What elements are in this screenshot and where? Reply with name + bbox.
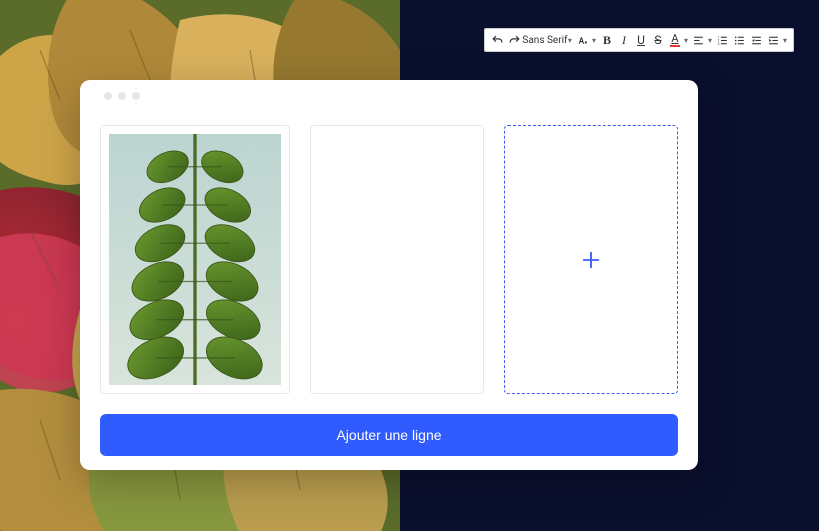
editor-window: Ajouter une ligne <box>80 80 698 470</box>
font-family-label: Sans Serif <box>522 35 567 46</box>
ordered-list-button[interactable]: 123 <box>715 30 731 50</box>
font-size-button[interactable] <box>575 30 591 50</box>
indent-decrease-button[interactable] <box>749 30 765 50</box>
chevron-down-icon: ▾ <box>783 36 789 45</box>
indent-increase-button[interactable] <box>766 30 782 50</box>
window-dot <box>118 92 126 100</box>
unordered-list-button[interactable] <box>732 30 748 50</box>
column-add-placeholder[interactable] <box>504 125 678 394</box>
text-color-button[interactable]: A <box>667 30 683 50</box>
window-dot <box>132 92 140 100</box>
strikethrough-button[interactable]: S <box>650 30 666 50</box>
svg-text:3: 3 <box>718 41 720 45</box>
window-traffic-lights <box>80 80 698 100</box>
chevron-down-icon: ▾ <box>684 36 690 45</box>
window-dot <box>104 92 112 100</box>
columns-row <box>100 125 678 394</box>
undo-button[interactable] <box>489 30 505 50</box>
column-empty[interactable] <box>310 125 484 394</box>
chevron-down-icon: ▾ <box>568 36 574 45</box>
chevron-down-icon: ▾ <box>592 36 598 45</box>
leaf-image <box>109 134 281 385</box>
column-image[interactable] <box>100 125 290 394</box>
chevron-down-icon: ▾ <box>708 36 714 45</box>
plus-icon <box>580 249 602 271</box>
italic-button[interactable]: I <box>616 30 632 50</box>
font-family-selector[interactable]: Sans Serif <box>523 30 567 50</box>
underline-button[interactable]: U <box>633 30 649 50</box>
editor-content: Ajouter une ligne <box>80 100 698 476</box>
redo-button[interactable] <box>506 30 522 50</box>
add-row-button[interactable]: Ajouter une ligne <box>100 414 678 456</box>
bold-button[interactable]: B <box>599 30 615 50</box>
align-button[interactable] <box>691 30 707 50</box>
text-format-toolbar: Sans Serif ▾ ▾ B I U S A ▾ ▾ 123 ▾ <box>484 28 794 52</box>
